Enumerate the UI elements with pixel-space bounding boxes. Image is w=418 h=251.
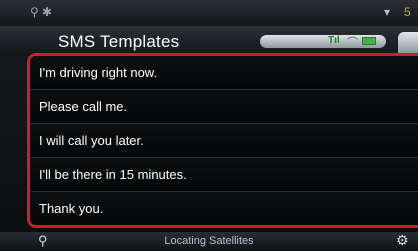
bottom-bar: ⚲ Locating Satellites ⚙ bbox=[0, 232, 418, 251]
page-title: SMS Templates bbox=[58, 32, 180, 51]
signal-strength-icon: Tıl bbox=[328, 35, 340, 46]
bluetooth-icon: ✱ bbox=[42, 5, 53, 19]
navigation-status: Locating Satellites bbox=[164, 235, 254, 247]
template-item[interactable]: I'm driving right now. bbox=[30, 56, 418, 90]
screen: ⚲ ✱ ▾ 5 SMS Templates Tıl ⌒ I'm driving … bbox=[0, 0, 418, 251]
template-item[interactable]: Please call me. bbox=[30, 90, 418, 124]
phone-status-indicator: Tıl ⌒ bbox=[260, 35, 386, 49]
status-bar: ⚲ ✱ ▾ 5 bbox=[0, 0, 418, 26]
header: SMS Templates Tıl ⌒ bbox=[0, 26, 418, 56]
settings-icon[interactable]: ⚙ bbox=[396, 232, 409, 249]
template-list: I'm driving right now. Please call me. I… bbox=[27, 53, 418, 228]
template-item[interactable]: I'll be there in 15 minutes. bbox=[30, 158, 418, 192]
template-item[interactable]: Thank you. bbox=[30, 192, 418, 225]
battery-icon bbox=[362, 37, 376, 45]
call-icon: ⌒ bbox=[347, 37, 358, 49]
template-item[interactable]: I will call you later. bbox=[30, 124, 418, 158]
usb-icon: ⚲ bbox=[30, 5, 39, 19]
status-number: 5 bbox=[404, 5, 411, 19]
wifi-icon: ▾ bbox=[384, 5, 391, 19]
back-button[interactable] bbox=[398, 32, 418, 54]
